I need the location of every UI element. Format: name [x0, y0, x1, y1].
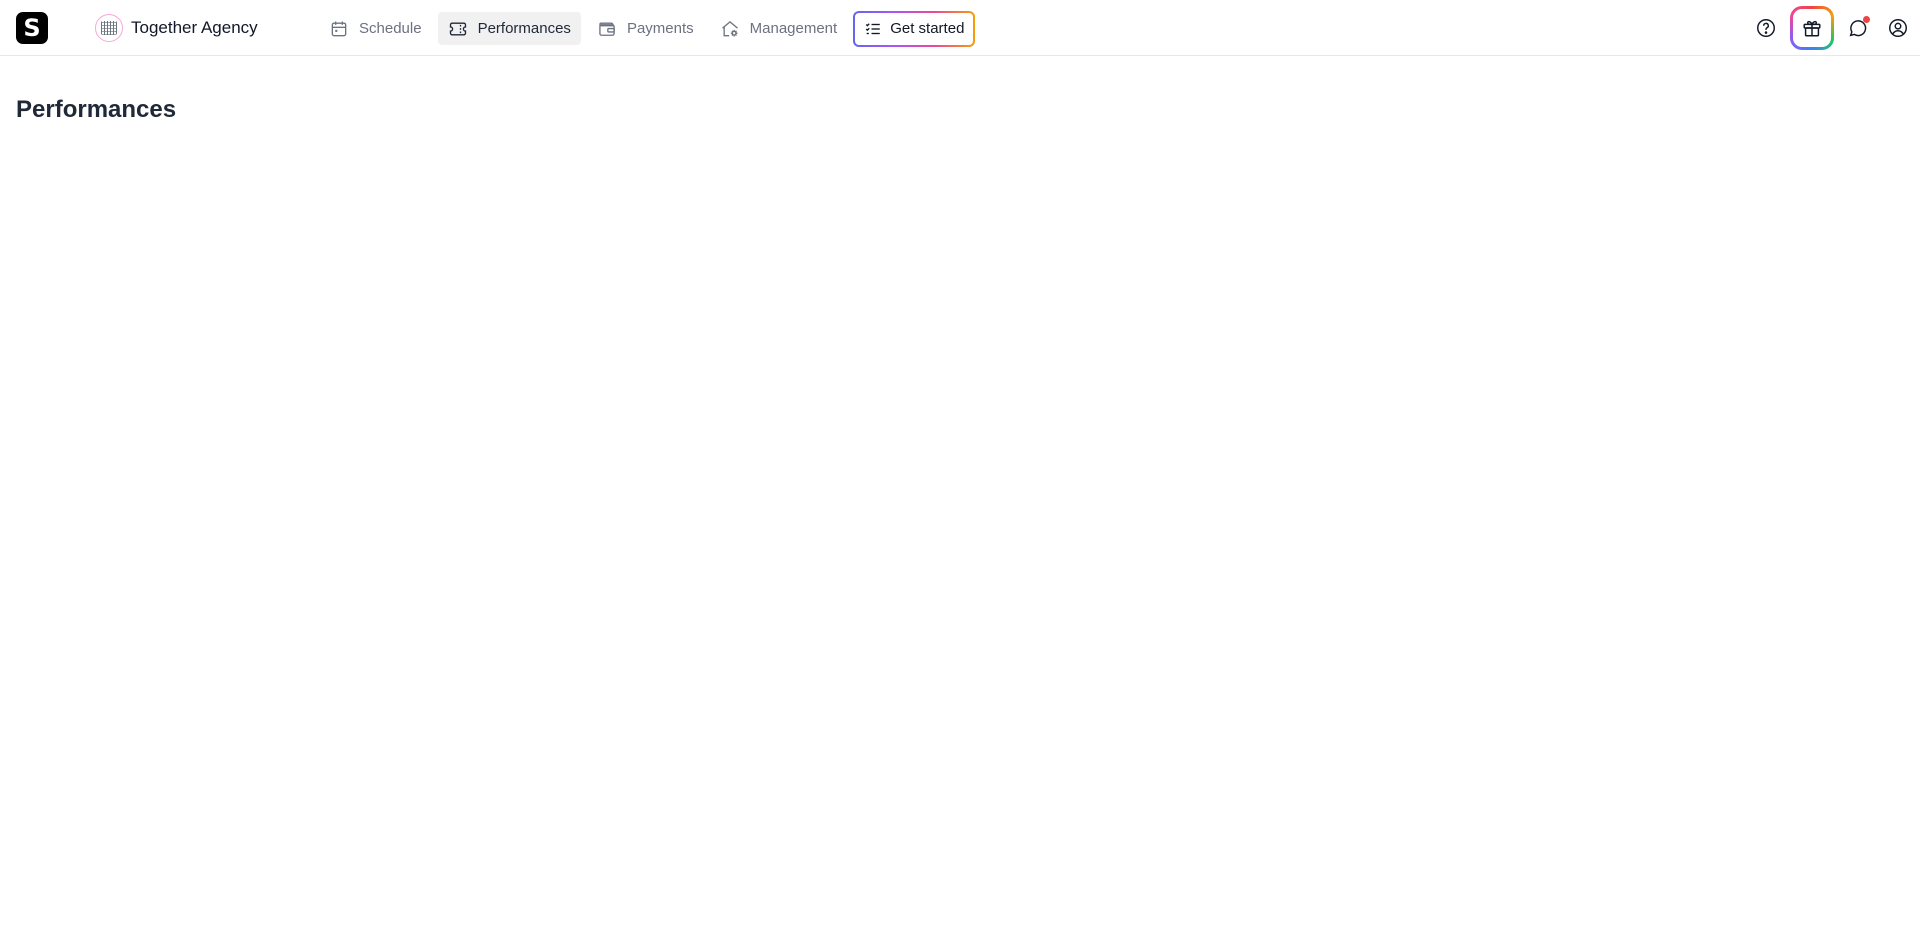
- nav-item-management[interactable]: Management: [710, 12, 848, 45]
- notification-dot: [1863, 16, 1870, 23]
- get-started-button[interactable]: Get started: [853, 11, 975, 47]
- gift-button-inner: [1793, 9, 1831, 47]
- account-button[interactable]: [1878, 8, 1918, 48]
- nav-item-schedule[interactable]: Schedule: [319, 12, 432, 45]
- nav-item-label: Payments: [626, 20, 694, 37]
- nav-item-label: Management: [749, 20, 838, 37]
- help-button[interactable]: [1746, 8, 1786, 48]
- user-circle-icon: [1889, 19, 1907, 37]
- agency-avatar: [95, 14, 123, 42]
- app-logo[interactable]: S: [16, 12, 48, 44]
- help-icon: [1757, 19, 1775, 37]
- checklist-icon: [865, 22, 880, 34]
- gift-icon: [1803, 20, 1821, 37]
- calendar-icon: [331, 21, 347, 36]
- page-title: Performances: [16, 96, 177, 123]
- get-started-label: Get started: [890, 20, 965, 37]
- home-gear-icon: [721, 20, 738, 36]
- nav-item-payments[interactable]: Payments: [587, 12, 704, 45]
- nav-item-label: Schedule: [359, 20, 422, 37]
- wallet-icon: [599, 22, 615, 36]
- header-tools: [1746, 0, 1920, 56]
- agency-name: Together Agency: [131, 18, 258, 37]
- top-navigation-bar: S Together Agency Schedule Performances …: [0, 0, 1920, 56]
- main-nav: Schedule Performances Payments Managemen…: [319, 12, 975, 45]
- nav-item-performances[interactable]: Performances: [437, 12, 581, 45]
- agency-logo-icon: [101, 21, 117, 35]
- nav-item-label: Performances: [477, 20, 571, 37]
- whats-new-button[interactable]: [1790, 6, 1834, 50]
- app-logo-letter: S: [23, 14, 41, 42]
- agency-switcher[interactable]: Together Agency: [95, 14, 258, 42]
- messages-button[interactable]: [1838, 8, 1878, 48]
- ticket-icon: [449, 22, 466, 35]
